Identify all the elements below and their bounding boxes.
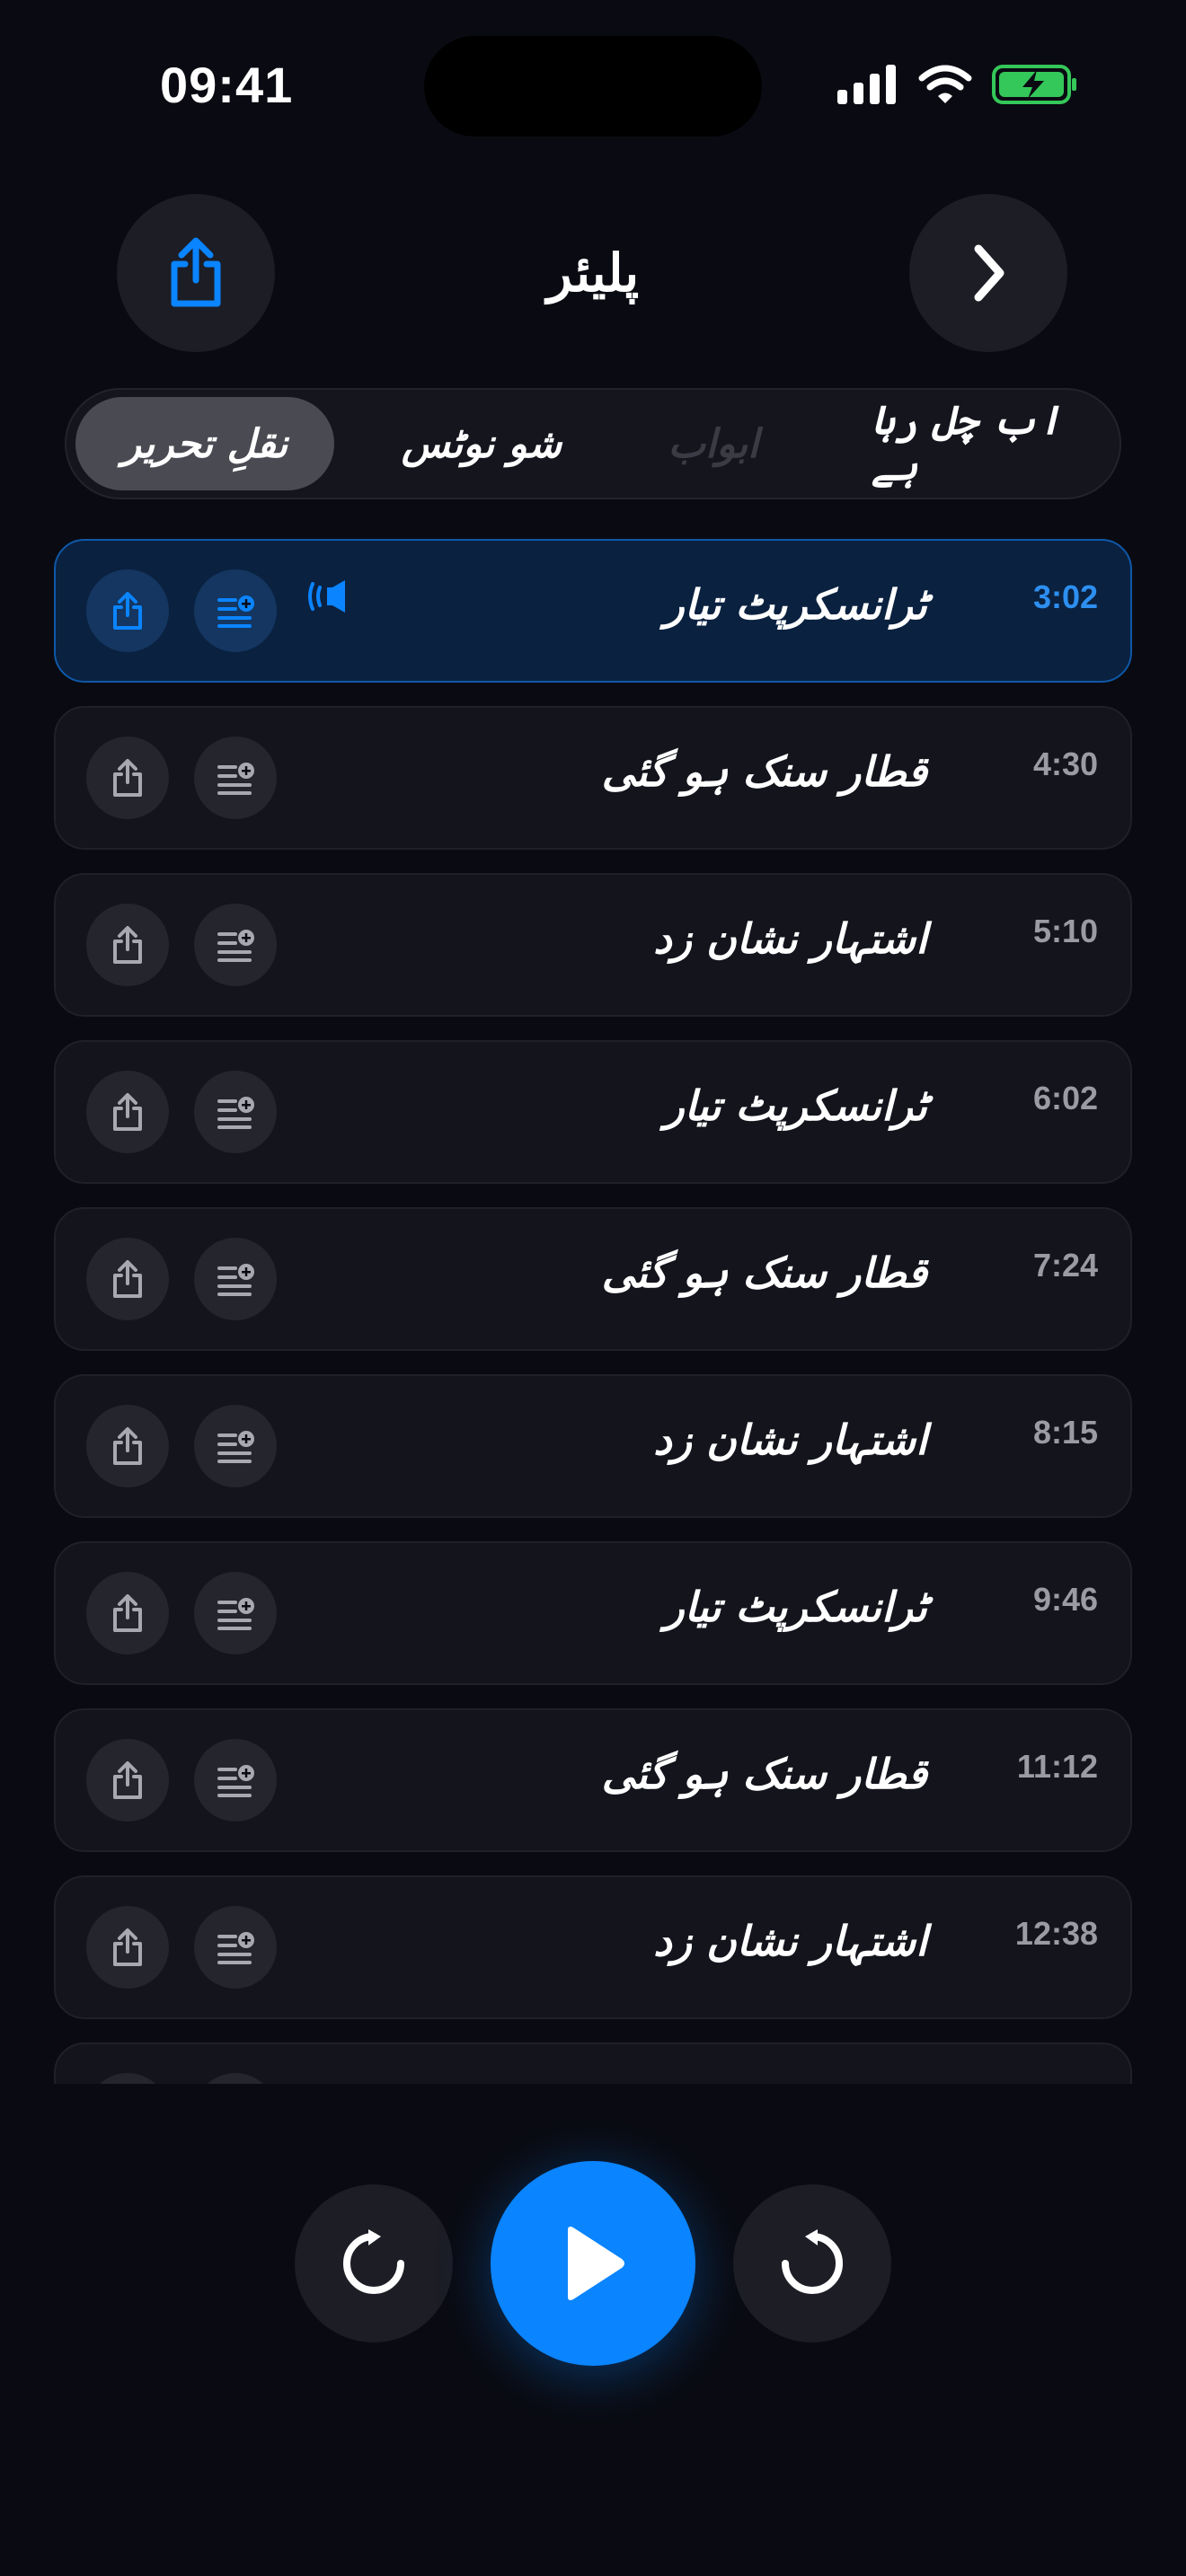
row-timestamp[interactable]: 6:02 <box>1033 1080 1098 1117</box>
row-add-to-queue-button[interactable] <box>194 904 277 986</box>
wifi-icon <box>918 65 972 103</box>
status-icons <box>837 63 1078 106</box>
row-add-to-queue-button[interactable] <box>194 737 277 819</box>
row-timestamp[interactable]: 3:02 <box>1033 578 1098 616</box>
row-timestamp[interactable]: 5:10 <box>1033 913 1098 950</box>
tab-now-playing[interactable]: اب چل رہا ہے <box>872 397 1109 490</box>
row-share-button[interactable] <box>86 569 169 652</box>
row-timestamp[interactable]: 7:24 <box>1033 1247 1098 1284</box>
row-timestamp[interactable]: 12:38 <box>1015 1915 1098 1953</box>
row-share-button[interactable] <box>86 1572 169 1654</box>
tab-show-notes[interactable]: شو نوٹس <box>374 397 589 490</box>
transcript-row[interactable]: ٹرانسکرپٹ تیار <box>54 2042 1132 2084</box>
transcript-row[interactable]: قطار سنک ہو گئی 7:24 <box>54 1207 1132 1351</box>
row-text: ٹرانسکرپٹ تیار <box>664 1583 928 1631</box>
share-icon <box>171 237 221 307</box>
row-share-button[interactable] <box>86 1071 169 1153</box>
forward-button[interactable] <box>733 2184 891 2342</box>
speaker-wave-icon <box>308 580 345 613</box>
cellular-signal-icon <box>837 65 896 104</box>
row-text: قطار سنک ہو گئی <box>601 1248 927 1297</box>
tab-chapters[interactable]: ابواب <box>642 397 785 490</box>
share-button[interactable] <box>117 194 275 352</box>
row-share-button[interactable] <box>86 1739 169 1822</box>
play-button[interactable] <box>491 2161 695 2366</box>
share-icon <box>113 1594 142 1632</box>
transcript-row[interactable]: ٹرانسکرپٹ تیار 9:46 <box>54 1541 1132 1685</box>
forward-icon <box>782 2229 843 2294</box>
next-button[interactable] <box>909 194 1067 352</box>
add-to-queue-icon <box>217 1264 254 1296</box>
row-add-to-queue-button[interactable] <box>194 1405 277 1487</box>
share-icon <box>113 1928 142 1966</box>
transcript-row[interactable]: اشتہار نشان زد 8:15 <box>54 1374 1132 1518</box>
transcript-row[interactable]: قطار سنک ہو گئی 4:30 <box>54 706 1132 850</box>
share-icon <box>113 1093 142 1131</box>
add-to-queue-icon <box>217 595 254 628</box>
add-to-queue-icon <box>217 930 254 962</box>
row-text: اشتہار نشان زد <box>653 1416 927 1464</box>
add-to-queue-icon <box>217 1097 254 1129</box>
row-add-to-queue-button[interactable] <box>194 1071 277 1153</box>
add-to-queue-icon <box>217 763 254 795</box>
row-text: ٹرانسکرپٹ تیار <box>664 1081 928 1130</box>
row-timestamp[interactable]: 9:46 <box>1033 1581 1098 1619</box>
transcript-row[interactable]: اشتہار نشان زد 12:38 <box>54 1875 1132 2019</box>
rewind-icon <box>343 2229 404 2294</box>
share-icon <box>113 926 142 964</box>
share-icon <box>113 1427 142 1465</box>
chevron-right-icon <box>974 244 1005 302</box>
share-icon <box>113 1260 142 1298</box>
rewind-button[interactable] <box>295 2184 453 2342</box>
share-icon <box>113 592 142 630</box>
tab-bar: نقلِ تحریر شو نوٹس ابواب اب چل رہا ہے <box>65 388 1121 499</box>
dynamic-island <box>424 36 762 137</box>
row-text: اشتہار نشان زد <box>653 914 927 963</box>
row-share-button[interactable] <box>86 1238 169 1320</box>
row-text: قطار سنک ہو گئی <box>601 1750 927 1798</box>
play-icon <box>568 2227 624 2300</box>
row-text: قطار سنک ہو گئی <box>601 747 927 796</box>
row-share-button[interactable] <box>86 2073 169 2084</box>
add-to-queue-icon <box>217 1932 254 1964</box>
status-time: 09:41 <box>160 57 294 113</box>
row-timestamp[interactable]: 4:30 <box>1033 745 1098 783</box>
share-icon <box>113 759 142 797</box>
add-to-queue-icon <box>217 1765 254 1797</box>
row-share-button[interactable] <box>86 904 169 986</box>
tab-transcript[interactable]: نقلِ تحریر <box>75 397 334 490</box>
row-share-button[interactable] <box>86 1405 169 1487</box>
transcript-row[interactable]: قطار سنک ہو گئی 11:12 <box>54 1708 1132 1852</box>
row-add-to-queue-button[interactable] <box>194 1906 277 1989</box>
add-to-queue-icon <box>217 1431 254 1463</box>
row-add-to-queue-button[interactable] <box>194 1739 277 1822</box>
row-timestamp[interactable]: 11:12 <box>1017 1748 1098 1786</box>
transcript-row[interactable]: ٹرانسکرپٹ تیار 3:02 <box>54 539 1132 683</box>
player-screen: 09:41 پلیئر نقلِ تحریر شو نوٹس ابواب اب … <box>0 0 1186 2576</box>
row-add-to-queue-button[interactable] <box>194 1572 277 1654</box>
page-title: پلیئر <box>546 243 640 304</box>
row-share-button[interactable] <box>86 737 169 819</box>
transcript-row[interactable]: اشتہار نشان زد 5:10 <box>54 873 1132 1017</box>
row-share-button[interactable] <box>86 1906 169 1989</box>
row-timestamp[interactable]: 8:15 <box>1033 1414 1098 1451</box>
battery-charging-icon <box>992 65 1076 104</box>
row-add-to-queue-button[interactable] <box>194 1238 277 1320</box>
row-add-to-queue-button[interactable] <box>194 569 277 652</box>
row-text: اشتہار نشان زد <box>653 1917 927 1965</box>
row-text: ٹرانسکرپٹ تیار <box>664 580 928 629</box>
transcript-row[interactable]: ٹرانسکرپٹ تیار 6:02 <box>54 1040 1132 1184</box>
now-playing-indicator <box>305 578 352 618</box>
row-add-to-queue-button[interactable] <box>194 2073 277 2084</box>
share-icon <box>113 1761 142 1799</box>
add-to-queue-icon <box>217 1598 254 1630</box>
transcript-list: ٹرانسکرپٹ تیار 3:02 قطار سنک ہو گئی 4:30… <box>0 535 1186 2084</box>
